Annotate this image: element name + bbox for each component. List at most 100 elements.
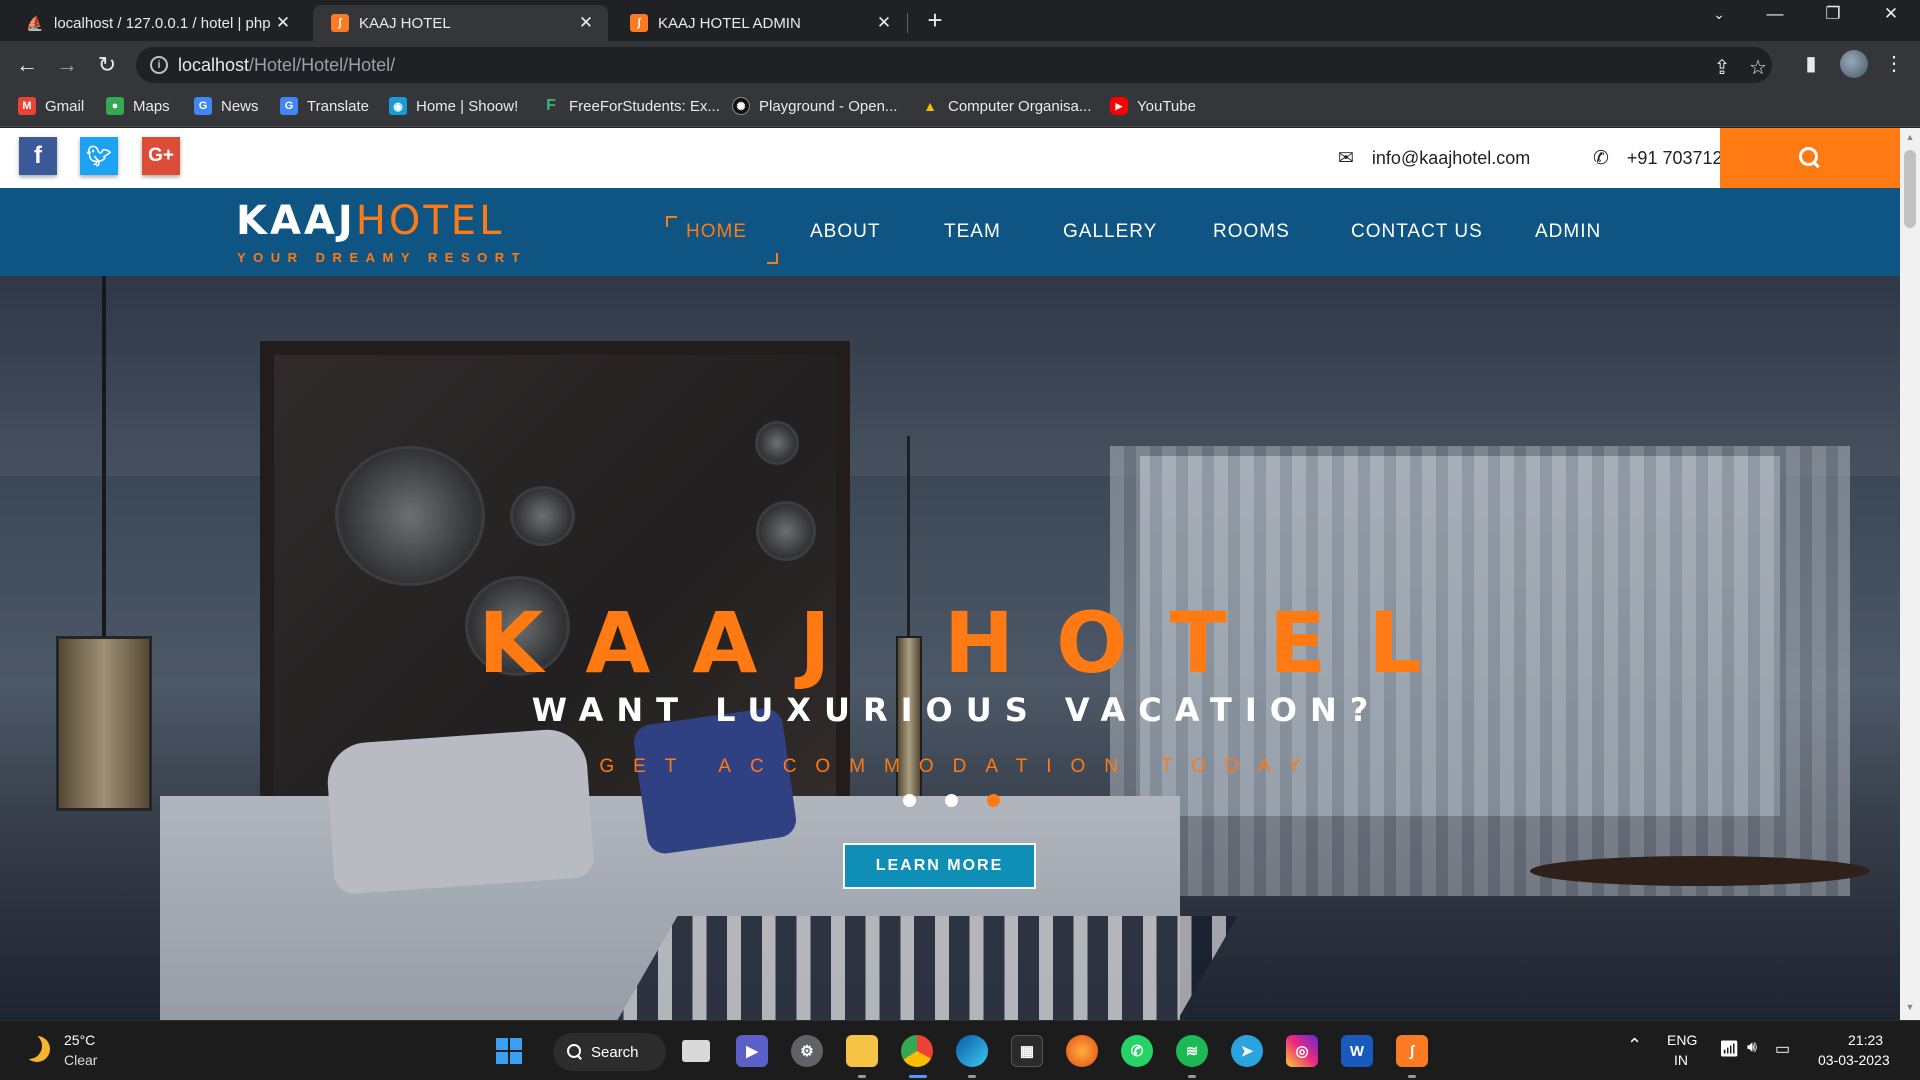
bookmark-news[interactable]: G News: [194, 97, 259, 115]
bookmark-label: FreeForStudents: Ex...: [569, 97, 720, 115]
bookmark-computer-organisation[interactable]: ▲ Computer Organisa...: [921, 97, 1091, 115]
xampp-icon[interactable]: ʃ: [1396, 1035, 1428, 1067]
facebook-button[interactable]: f: [19, 137, 57, 175]
profile-avatar[interactable]: [1840, 50, 1868, 78]
shoow-icon: ◉: [389, 97, 407, 115]
tab-kaaj-hotel[interactable]: ʃ KAAJ HOTEL ✕: [313, 5, 608, 41]
moon-icon[interactable]: [24, 1036, 50, 1062]
language-indicator[interactable]: ENG: [1667, 1032, 1697, 1048]
site-search-button[interactable]: [1720, 128, 1900, 188]
menu-kebab-icon[interactable]: ⋮: [1880, 51, 1908, 76]
slider-dot-3[interactable]: [987, 794, 1000, 807]
nav-gallery[interactable]: GALLERY: [1063, 221, 1157, 243]
site-logo[interactable]: KAAJHOTEL: [236, 198, 504, 244]
word-icon[interactable]: W: [1341, 1035, 1373, 1067]
new-tab-button[interactable]: +: [922, 7, 948, 34]
bookmark-maps[interactable]: ● Maps: [106, 97, 170, 115]
share-icon[interactable]: ⇪: [1710, 55, 1734, 80]
scrollbar-thumb[interactable]: [1904, 150, 1916, 228]
region-indicator[interactable]: IN: [1674, 1052, 1688, 1068]
contact-email[interactable]: ✉ info@kaajhotel.com: [1338, 147, 1530, 170]
clock-date[interactable]: 03-03-2023: [1818, 1052, 1890, 1068]
settings-gear-icon[interactable]: ⚙: [791, 1035, 823, 1067]
bookmark-freeforstudents[interactable]: F FreeForStudents: Ex...: [542, 97, 720, 115]
learn-more-button[interactable]: LEARN MORE: [843, 843, 1036, 889]
youtube-icon: ▶: [1110, 97, 1128, 115]
windows-taskbar: 25°C Clear Search ▶ ⚙ ▦ ✆ ≋ ➤ ◎ W ʃ ⌃ EN…: [0, 1020, 1920, 1080]
bookmark-label: Computer Organisa...: [948, 97, 1092, 115]
twitter-button[interactable]: 🐦︎: [80, 137, 118, 175]
search-icon: [1799, 147, 1821, 169]
nav-contact-us[interactable]: CONTACT US: [1351, 221, 1483, 243]
back-button[interactable]: ←: [13, 51, 41, 79]
telegram-icon[interactable]: ➤: [1231, 1035, 1263, 1067]
tab-phpmyadmin[interactable]: ⛵ localhost / 127.0.0.1 / hotel | php ✕: [8, 5, 305, 41]
slider-dot-1[interactable]: [903, 794, 916, 807]
bookmark-shoow[interactable]: ◉ Home | Shoow!: [389, 97, 518, 115]
side-panel-icon[interactable]: ▮: [1797, 51, 1825, 76]
close-icon[interactable]: ✕: [874, 13, 894, 33]
url-path: /Hotel/Hotel/Hotel/: [249, 55, 396, 75]
freeforstudents-icon: F: [546, 97, 556, 114]
chrome-icon[interactable]: [901, 1035, 933, 1067]
tab-kaaj-hotel-admin[interactable]: ʃ KAAJ HOTEL ADMIN ✕: [612, 5, 906, 41]
url-host: localhost: [178, 55, 250, 75]
drive-icon: ▲: [923, 98, 937, 114]
volume-icon[interactable]: 🔊︎: [1747, 1039, 1757, 1057]
clock-time[interactable]: 21:23: [1848, 1032, 1883, 1048]
bookmark-star-icon[interactable]: ☆: [1746, 55, 1770, 80]
reload-button[interactable]: ↻: [93, 51, 121, 79]
restore-button[interactable]: ❐: [1810, 4, 1856, 24]
google-plus-icon: G+: [148, 145, 174, 166]
close-window-button[interactable]: ✕: [1868, 4, 1914, 24]
bookmark-playground[interactable]: ✺ Playground - Open...: [732, 97, 897, 115]
running-indicator: [1408, 1075, 1416, 1078]
tab-title: KAAJ HOTEL: [359, 14, 451, 32]
search-icon: [567, 1044, 583, 1060]
google-plus-button[interactable]: G+: [142, 137, 180, 175]
forward-button[interactable]: →: [53, 51, 81, 79]
taskbar-search[interactable]: Search: [553, 1033, 666, 1071]
minimize-button[interactable]: —: [1752, 4, 1798, 24]
bookmark-translate[interactable]: G Translate: [280, 97, 369, 115]
file-explorer-icon[interactable]: [846, 1035, 878, 1067]
close-icon[interactable]: ✕: [576, 13, 596, 33]
address-bar[interactable]: i localhost/Hotel/Hotel/Hotel/ ⇪ ☆: [136, 47, 1772, 83]
bookmark-gmail[interactable]: M Gmail: [18, 97, 84, 115]
running-indicator: [858, 1075, 866, 1078]
nav-rooms[interactable]: ROOMS: [1213, 221, 1290, 243]
slider-dot-2[interactable]: [945, 794, 958, 807]
xampp-icon: ʃ: [331, 14, 349, 32]
bookmark-youtube[interactable]: ▶ YouTube: [1110, 97, 1196, 115]
nav-about[interactable]: ABOUT: [810, 221, 880, 243]
firefox-icon[interactable]: [1066, 1035, 1098, 1067]
nav-home[interactable]: HOME: [686, 221, 747, 243]
instagram-icon[interactable]: ◎: [1286, 1035, 1318, 1067]
page-scrollbar[interactable]: ▲ ▼: [1900, 128, 1920, 1020]
wifi-icon[interactable]: 📶︎: [1719, 1039, 1739, 1059]
facebook-icon: f: [34, 142, 42, 169]
battery-icon[interactable]: ▭: [1775, 1039, 1790, 1059]
logo-part-2: HOTEL: [355, 198, 505, 244]
weather-condition[interactable]: Clear: [64, 1052, 97, 1068]
scroll-up-arrow-icon[interactable]: ▲: [1905, 132, 1915, 142]
openai-icon: ✺: [732, 97, 750, 115]
nav-team[interactable]: TEAM: [944, 221, 1001, 243]
whatsapp-icon[interactable]: ✆: [1121, 1035, 1153, 1067]
spotify-icon[interactable]: ≋: [1176, 1035, 1208, 1067]
edge-icon[interactable]: [956, 1035, 988, 1067]
weather-temperature[interactable]: 25°C: [64, 1032, 95, 1048]
envelope-icon: ✉: [1338, 148, 1354, 169]
address-url[interactable]: localhost/Hotel/Hotel/Hotel/: [178, 55, 395, 76]
close-icon[interactable]: ✕: [273, 13, 293, 33]
task-view-icon[interactable]: [682, 1040, 710, 1062]
teams-icon[interactable]: ▶: [736, 1035, 768, 1067]
tab-search-chevron-icon[interactable]: ⌄: [1696, 6, 1742, 23]
phpmyadmin-icon: ⛵: [26, 14, 44, 31]
windows-start-icon[interactable]: [493, 1035, 525, 1067]
microsoft-store-icon[interactable]: ▦: [1011, 1035, 1043, 1067]
scroll-down-arrow-icon[interactable]: ▼: [1905, 1002, 1915, 1012]
site-info-icon[interactable]: i: [150, 56, 168, 74]
show-hidden-icons-chevron-icon[interactable]: ⌃: [1627, 1035, 1642, 1056]
nav-admin[interactable]: ADMIN: [1535, 221, 1601, 243]
